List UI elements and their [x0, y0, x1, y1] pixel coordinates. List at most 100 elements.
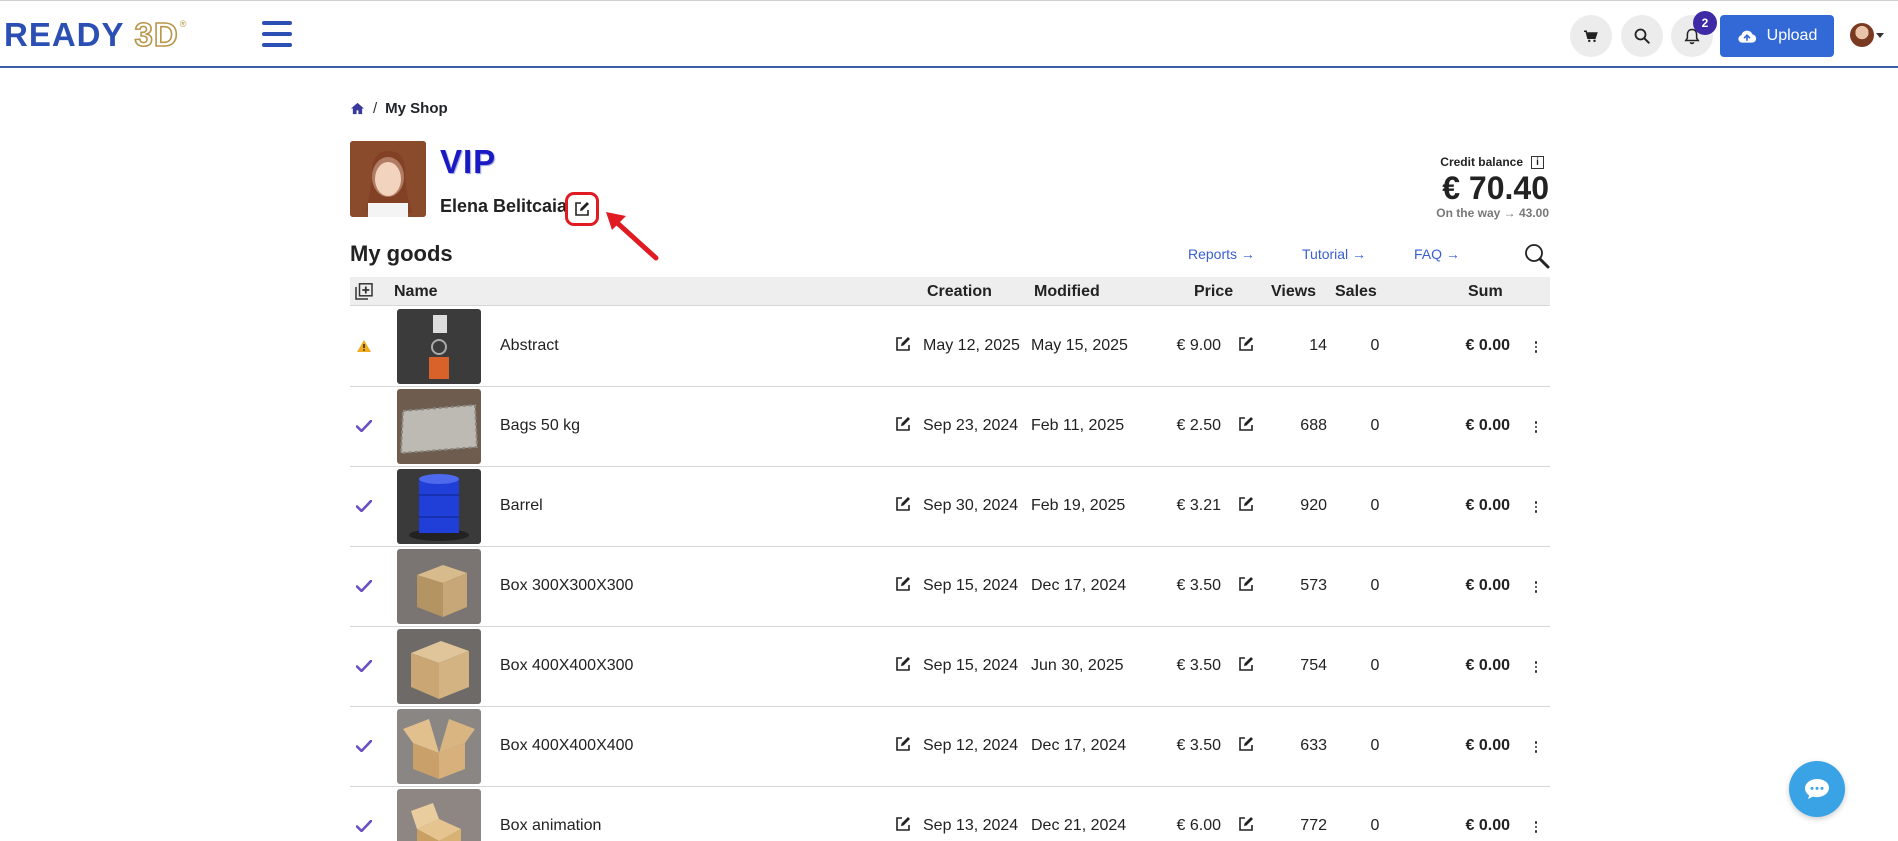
product-thumbnail[interactable] [397, 309, 481, 384]
edit-icon[interactable] [895, 736, 913, 754]
sales-count: 0 [1370, 577, 1380, 594]
column-header-sum[interactable]: Sum [1468, 283, 1503, 301]
product-thumbnail[interactable] [397, 469, 481, 544]
tutorial-link[interactable]: Tutorial → [1302, 246, 1366, 262]
creation-date: Sep 15, 2024 [923, 657, 1019, 674]
edit-icon[interactable] [1238, 816, 1256, 834]
product-thumbnail[interactable] [397, 549, 481, 624]
more-options-icon[interactable] [1530, 338, 1542, 356]
column-header-name[interactable]: Name [394, 283, 438, 301]
views-count: 920 [1300, 497, 1327, 514]
edit-icon[interactable] [1238, 656, 1256, 674]
edit-icon[interactable] [1238, 496, 1256, 514]
sales-count: 0 [1370, 417, 1380, 434]
table-row[interactable]: Box animation Sep 13, 2024 Dec 21, 2024 € 6… [350, 787, 1550, 841]
table-row[interactable]: Box 400X400X400 Sep 12, 2024 Dec 17, 2024 €… [350, 707, 1550, 787]
home-icon[interactable] [350, 102, 365, 115]
chat-button[interactable] [1789, 761, 1845, 817]
check-icon [355, 659, 374, 677]
table-row[interactable]: Abstract May 12, 2025 May 15, 2025 € 9.00 14… [350, 307, 1550, 387]
product-name[interactable]: Box animation [500, 817, 601, 835]
search-button[interactable] [1621, 15, 1663, 57]
edit-icon[interactable] [895, 576, 913, 594]
credit-balance-value: € 70.40 [1442, 170, 1549, 206]
table-row[interactable]: Box 400X400X300 Sep 15, 2024 Jun 30, 2025 €… [350, 627, 1550, 707]
column-header-price[interactable]: Price [1194, 283, 1233, 301]
check-icon [355, 819, 374, 837]
sum-value: € 0.00 [1465, 497, 1510, 514]
credit-balance-label: Credit balance i [1440, 155, 1544, 169]
sales-count: 0 [1370, 657, 1380, 674]
edit-icon[interactable] [895, 816, 913, 834]
price-value: € 3.21 [1176, 497, 1221, 514]
column-header-modified[interactable]: Modified [1034, 283, 1100, 301]
add-collection-icon[interactable] [355, 283, 373, 300]
product-name[interactable]: Bags 50 kg [500, 417, 580, 435]
sum-value: € 0.00 [1465, 817, 1510, 834]
edit-icon[interactable] [895, 496, 913, 514]
my-goods-title: My goods [350, 241, 453, 266]
table-row[interactable]: Barrel Sep 30, 2024 Feb 19, 2025 € 3.21 920 0… [350, 467, 1550, 547]
column-header-sales[interactable]: Sales [1335, 283, 1377, 301]
annotation-arrow-icon [606, 212, 659, 261]
edit-icon[interactable] [895, 416, 913, 434]
product-thumbnail[interactable] [397, 789, 481, 841]
product-thumbnail[interactable] [397, 709, 481, 784]
product-name[interactable]: Box 400X400X400 [500, 737, 633, 755]
check-icon [355, 739, 374, 757]
price-value: € 3.50 [1176, 577, 1221, 594]
product-name[interactable]: Abstract [500, 337, 559, 355]
sum-value: € 0.00 [1465, 657, 1510, 674]
edit-name-button[interactable] [565, 192, 599, 226]
info-icon[interactable]: i [1531, 155, 1544, 169]
edit-icon[interactable] [1238, 336, 1256, 354]
table-row[interactable]: Box 300X300X300 Sep 15, 2024 Dec 17, 2024 €… [350, 547, 1550, 627]
cart-button[interactable] [1570, 15, 1612, 57]
table-row[interactable]: Bags 50 kg Sep 23, 2024 Feb 11, 2025 € 2.50… [350, 387, 1550, 467]
product-name[interactable]: Box 300X300X300 [500, 577, 633, 595]
product-name[interactable]: Box 400X400X300 [500, 657, 633, 675]
user-avatar-menu[interactable] [1850, 23, 1884, 47]
edit-icon[interactable] [895, 656, 913, 674]
logo-registered-mark: ® [179, 19, 187, 29]
profile-photo [350, 141, 426, 217]
edit-icon[interactable] [1238, 736, 1256, 754]
search-goods-icon[interactable] [1524, 243, 1550, 269]
reports-link[interactable]: Reports → [1188, 246, 1255, 262]
check-icon [355, 419, 374, 437]
product-name[interactable]: Barrel [500, 497, 543, 515]
product-thumbnail[interactable] [397, 389, 481, 464]
modified-date: Feb 19, 2025 [1031, 497, 1126, 514]
more-options-icon[interactable] [1530, 418, 1542, 436]
column-header-views[interactable]: Views [1271, 283, 1316, 301]
column-header-creation[interactable]: Creation [927, 283, 992, 301]
more-options-icon[interactable] [1530, 658, 1542, 676]
product-thumbnail[interactable] [397, 629, 481, 704]
faq-link[interactable]: FAQ → [1414, 246, 1460, 262]
modified-date: Jun 30, 2025 [1031, 657, 1124, 674]
sum-value: € 0.00 [1465, 577, 1510, 594]
upload-button[interactable]: Upload [1720, 15, 1834, 57]
search-icon [1634, 28, 1650, 44]
edit-icon[interactable] [1238, 416, 1256, 434]
edit-icon[interactable] [1238, 576, 1256, 594]
modified-date: Dec 17, 2024 [1031, 737, 1127, 754]
creation-date: Sep 30, 2024 [923, 497, 1019, 514]
more-options-icon[interactable] [1530, 578, 1542, 596]
edit-icon[interactable] [895, 336, 913, 354]
more-options-icon[interactable] [1530, 818, 1542, 836]
cart-icon [1584, 29, 1598, 42]
creation-date: Sep 23, 2024 [923, 417, 1019, 434]
notifications-button[interactable]: 2 [1671, 11, 1717, 57]
breadcrumb: / My Shop [350, 100, 448, 117]
ready3d-logo[interactable]: READY 3D ® [4, 15, 186, 55]
hamburger-menu-icon[interactable] [262, 21, 292, 47]
price-value: € 3.50 [1176, 657, 1221, 674]
sales-count: 0 [1370, 337, 1380, 354]
goods-table-header: Name Creation Modified Price Views Sales… [350, 277, 1550, 306]
more-options-icon[interactable] [1530, 738, 1542, 756]
more-options-icon[interactable] [1530, 498, 1542, 516]
modified-date: Feb 11, 2025 [1031, 417, 1125, 434]
notification-count-badge: 2 [1693, 11, 1717, 35]
price-value: € 6.00 [1176, 817, 1221, 834]
